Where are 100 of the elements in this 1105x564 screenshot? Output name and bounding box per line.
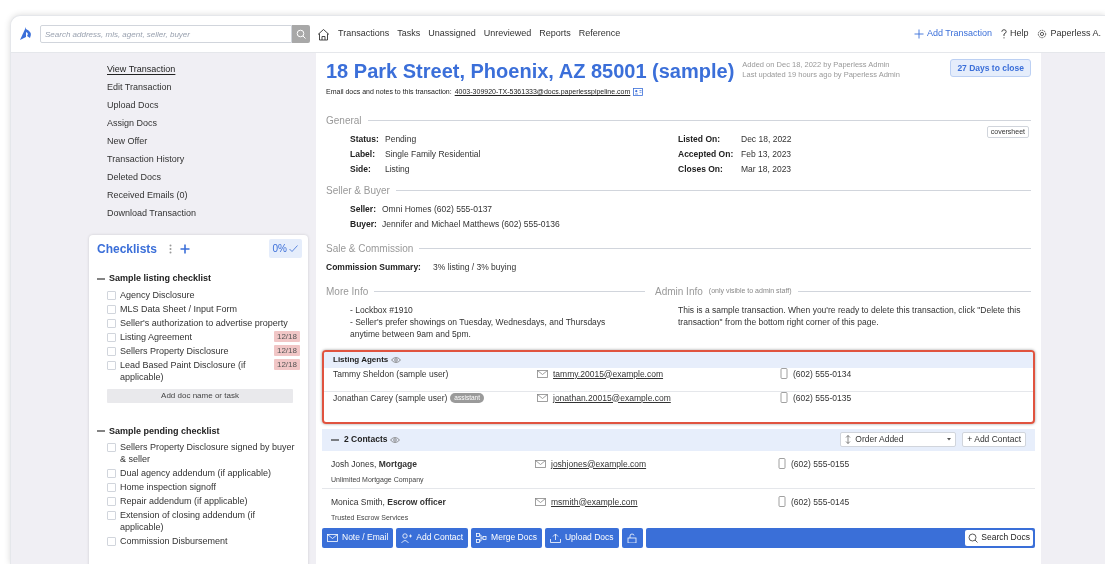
sidebar-link[interactable]: View Transaction	[107, 63, 176, 77]
collapse-icon	[97, 428, 105, 435]
section-heading: Admin Info	[655, 284, 703, 299]
email-link[interactable]: tammy.20015@example.com	[553, 367, 664, 381]
checkbox[interactable]	[107, 497, 116, 506]
nav-link[interactable]: Reports	[539, 27, 571, 41]
add-contact-button[interactable]: + Add Contact	[962, 432, 1026, 447]
checkbox[interactable]	[107, 511, 116, 520]
caret-icon	[947, 438, 952, 441]
checklist-item[interactable]: Home inspection signoff	[120, 481, 300, 493]
lock-button[interactable]	[621, 527, 643, 548]
checklist-heading[interactable]: Sample pending checklist	[109, 424, 220, 438]
search-icon	[968, 532, 979, 543]
checklist-item[interactable]: Sellers Property Disclosure signed by buyer & seller	[120, 441, 300, 465]
nav-link[interactable]: Transactions	[338, 27, 390, 41]
field-value: Single Family Residential	[385, 147, 481, 161]
section-heading: Seller & Buyer	[326, 183, 390, 198]
checklist-item[interactable]: Agency Disclosure	[120, 288, 300, 301]
checklist-item[interactable]: Extension of closing addendum (if applicable)	[120, 509, 300, 533]
checkbox[interactable]	[107, 290, 116, 300]
info-text: - Seller's prefer showings on Tuesday, Wednesdays, and Thursdays anytime between 9am and 5pm.	[350, 315, 607, 340]
field-label: Closes On:	[678, 162, 724, 176]
sidebar-link[interactable]: Assign Docs	[107, 117, 158, 131]
agent-name: Jonathan Carey (sample user)	[333, 391, 448, 405]
sidebar-link[interactable]: Transaction History	[107, 153, 185, 167]
field-label: Buyer:	[350, 217, 378, 231]
email-link[interactable]: joshjones@example.com	[551, 457, 647, 471]
sidebar-link[interactable]: Deleted Docs	[107, 171, 162, 185]
contact-name: Monica Smith, Escrow officer	[331, 495, 446, 509]
search-button[interactable]	[292, 25, 310, 43]
checklist-item[interactable]: Seller's authorization to advertise property	[120, 316, 300, 329]
checklist-item[interactable]: Repair addendum (if applicable)	[120, 495, 300, 507]
search-docs-button[interactable]: Search Docs	[965, 529, 1033, 546]
plus-icon	[180, 243, 191, 254]
add-transaction-link[interactable]: Add Transaction	[913, 27, 992, 41]
toolbar-button[interactable]: Note / Email	[322, 527, 394, 548]
checkbox[interactable]	[107, 537, 116, 546]
sort-dropdown[interactable]: Order Added	[840, 432, 957, 447]
checklist-item[interactable]: MLS Data Sheet / Input Form	[120, 302, 300, 315]
field-value: Listing	[385, 162, 410, 176]
nav-link[interactable]: Reference	[578, 27, 621, 41]
field-label: Side:	[350, 162, 372, 176]
checklist-item[interactable]: Dual agency addendum (if applicable)	[120, 467, 300, 479]
field-value: Pending	[385, 132, 417, 146]
upload-icon	[549, 532, 561, 543]
question-icon	[1000, 29, 1007, 39]
checkbox[interactable]	[107, 346, 116, 356]
nav-link[interactable]: Unreviewed	[483, 27, 532, 41]
checkbox[interactable]	[107, 483, 116, 492]
field-value: 3% listing / 3% buying	[433, 260, 517, 274]
email-link[interactable]: msmith@example.com	[551, 495, 638, 509]
checkbox[interactable]	[107, 360, 116, 370]
sidebar-link[interactable]: New Offer	[107, 135, 148, 149]
sidebar-link[interactable]: Upload Docs	[107, 99, 159, 113]
search-field[interactable]: Search address, mls, agent, seller, buyer	[40, 25, 292, 43]
mail-icon	[535, 496, 546, 507]
settings-icon	[1037, 29, 1048, 39]
checkbox[interactable]	[107, 332, 116, 342]
phone-icon	[780, 368, 788, 380]
field-value: Feb 13, 2023	[741, 147, 792, 161]
toolbar-button[interactable]: Merge Docs	[471, 527, 542, 548]
section-heading: Sale & Commission	[326, 241, 414, 256]
help-link[interactable]: Help	[1000, 27, 1029, 41]
add-person-icon	[401, 532, 413, 543]
collapse-icon	[97, 275, 105, 282]
checklist-item[interactable]: Commission Disbursement	[120, 535, 300, 547]
home-icon[interactable]	[317, 27, 330, 41]
phone-number: (602) 555-0145	[791, 495, 850, 509]
checklist-item[interactable]: Sellers Property Disclosure	[120, 344, 270, 357]
phone-number: (602) 555-0134	[793, 367, 852, 381]
checklist-item[interactable]: Lead Based Paint Disclosure (if applicable)	[120, 358, 270, 383]
nav-link[interactable]: Unassigned	[428, 27, 476, 41]
checklist-item[interactable]: Listing Agreement	[120, 330, 270, 343]
merge-icon	[476, 532, 488, 543]
nav-link[interactable]: Tasks	[397, 27, 421, 41]
email-link[interactable]: jonathan.20015@example.com	[553, 391, 671, 405]
field-label: Commission Summary:	[326, 260, 422, 274]
checklist-heading[interactable]: Sample listing checklist	[109, 272, 212, 286]
sidebar-link[interactable]: Download Transaction	[107, 207, 197, 221]
field-label: Status:	[350, 132, 380, 146]
checkbox[interactable]	[107, 469, 116, 478]
field-label: Listed On:	[678, 132, 722, 146]
add-task-button[interactable]: Add doc name or task	[107, 388, 293, 403]
sort-icon	[845, 435, 852, 444]
phone-number: (602) 555-0155	[791, 457, 850, 471]
logo-icon[interactable]	[18, 26, 34, 42]
lock-icon	[626, 532, 638, 543]
checkbox[interactable]	[107, 304, 116, 314]
transaction-title: 18 Park Street, Phoenix, AZ 85001 (sample)	[326, 59, 735, 84]
phone-number: (602) 555-0135	[793, 391, 852, 405]
field-value: Dec 18, 2022	[741, 132, 792, 146]
toolbar-button[interactable]: Add Contact	[396, 527, 469, 548]
toolbar-button[interactable]: Upload Docs	[544, 527, 619, 548]
checkbox[interactable]	[107, 443, 116, 452]
field-value: Mar 18, 2023	[741, 162, 792, 176]
checkbox[interactable]	[107, 318, 116, 328]
user-menu[interactable]: Paperless A.	[1037, 27, 1101, 41]
sidebar-link[interactable]: Received Emails (0)	[107, 189, 188, 203]
mail-icon	[535, 458, 546, 469]
sidebar-link[interactable]: Edit Transaction	[107, 81, 172, 95]
